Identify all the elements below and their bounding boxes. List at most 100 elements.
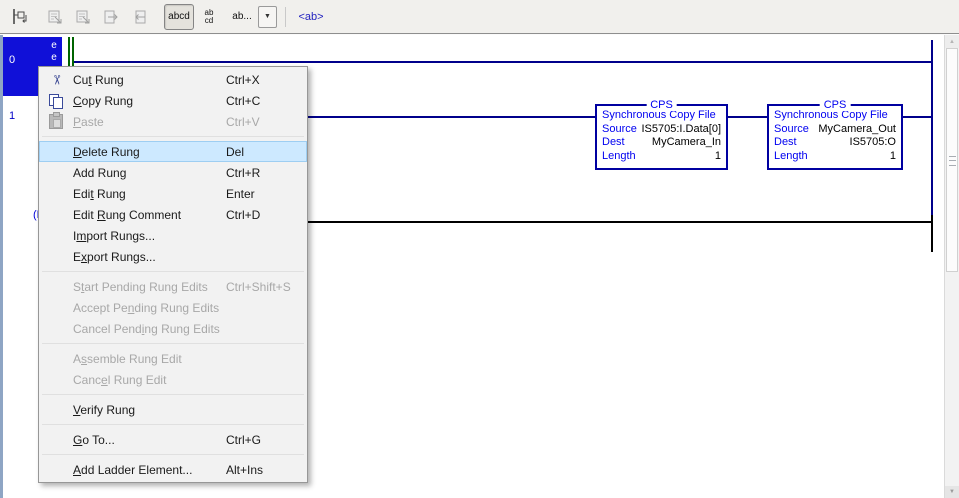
menu-item-edit-rung-comment[interactable]: Edit Rung Comment Ctrl+D — [39, 204, 307, 225]
menu-item-label: Start Pending Rung Edits — [73, 280, 226, 294]
menu-item-shortcut: Ctrl+D — [226, 208, 307, 222]
scrollbar-grip-icon — [949, 156, 956, 166]
label-post: l Rung Edit — [108, 373, 167, 387]
show-description-abcd-button[interactable]: abcd — [164, 4, 194, 30]
menu-item-shortcut: Alt+Ins — [226, 463, 307, 477]
description-options-dropdown[interactable]: ▼ — [258, 6, 277, 28]
scrollbar-up-button[interactable]: ▲ — [945, 35, 959, 48]
cps-instruction-2[interactable]: CPS Synchronous Copy File Source MyCamer… — [767, 104, 903, 170]
operand-value[interactable]: 1 — [890, 150, 896, 164]
stamp-arrow-icon — [45, 7, 65, 27]
operand-row: Source IS5705:I.Data[0] — [602, 123, 721, 137]
wrap-description-button[interactable]: ab cd — [198, 4, 220, 30]
stamp-arrow-icon — [73, 7, 93, 27]
menu-item-cancel-rung-edit: Cancel Rung Edit — [39, 369, 307, 390]
export-rungs-button[interactable] — [126, 4, 152, 30]
label-post: port Rungs... — [86, 229, 155, 243]
menu-item-add-ladder-element[interactable]: Add Ladder Element... Alt+Ins — [39, 459, 307, 480]
label-pre: Cu — [73, 73, 88, 87]
menu-item-import-rungs[interactable]: Import Rungs... — [39, 225, 307, 246]
label-post: erify Rung — [80, 403, 135, 417]
label-pre: E — [73, 250, 81, 264]
menu-separator — [39, 267, 307, 276]
toolbar: abcd ab cd ab... ▼ <ab> — [0, 0, 959, 33]
toolbar-separator — [285, 7, 286, 27]
menu-item-copy-rung[interactable]: Copy Rung Ctrl+C — [39, 90, 307, 111]
menu-item-label: Add Rung — [73, 166, 226, 180]
operand-label: Source — [602, 123, 637, 137]
operand-value[interactable]: 1 — [715, 150, 721, 164]
rung-0-number[interactable]: 0 — [9, 54, 15, 66]
paste-icon — [39, 111, 73, 132]
accept-pending-edits-button[interactable] — [70, 4, 96, 30]
rung-edit-marks: e e — [49, 40, 59, 64]
label-pre: Accept Pe — [73, 301, 128, 315]
operand-value[interactable]: MyCamera_In — [652, 136, 721, 150]
operand-row: Dest MyCamera_In — [602, 136, 721, 150]
menu-item-delete-rung[interactable]: Delete Rung Del — [39, 141, 307, 162]
show-tagname-button[interactable]: <ab> — [294, 4, 328, 30]
operand-row: Source MyCamera_Out — [774, 123, 896, 137]
menu-item-edit-rung[interactable]: Edit Rung Enter — [39, 183, 307, 204]
left-power-rail — [68, 37, 70, 67]
rung-1-number[interactable]: 1 — [9, 110, 15, 122]
operand-row: Dest IS5705:O — [774, 136, 896, 150]
menu-item-paste: Paste Ctrl+V — [39, 111, 307, 132]
label-key: P — [73, 115, 81, 129]
menu-item-export-rungs[interactable]: Export Rungs... — [39, 246, 307, 267]
label-key: G — [73, 433, 82, 447]
label-post: aste — [81, 115, 104, 129]
menu-item-accept-pending-rung-edits: Accept Pending Rung Edits — [39, 297, 307, 318]
menu-item-label: Delete Rung — [73, 145, 226, 159]
ladder-rung-button[interactable] — [7, 4, 33, 30]
menu-item-label: Accept Pending Rung Edits — [73, 301, 226, 315]
label-key: D — [73, 145, 82, 159]
edit-mark: e — [49, 52, 59, 64]
scrollbar-down-button[interactable]: ▼ — [945, 486, 959, 498]
menu-item-start-pending-rung-edits: Start Pending Rung Edits Ctrl+Shift+S — [39, 276, 307, 297]
menu-item-label: Export Rungs... — [73, 250, 226, 264]
instruction-mnemonic: CPS — [646, 99, 677, 111]
truncate-description-button[interactable]: ab... — [228, 4, 256, 30]
menu-item-label: Verify Rung — [73, 403, 226, 417]
label-post: art Pending Rung Edits — [84, 280, 207, 294]
menu-separator — [39, 420, 307, 429]
menu-item-cancel-pending-rung-edits: Cancel Pending Rung Edits — [39, 318, 307, 339]
menu-item-label: Import Rungs... — [73, 229, 226, 243]
operand-value[interactable]: IS5705:O — [850, 136, 896, 150]
operand-value[interactable]: IS5705:I.Data[0] — [642, 123, 722, 137]
start-pending-edits-button[interactable] — [42, 4, 68, 30]
cps-instruction-1[interactable]: CPS Synchronous Copy File Source IS5705:… — [595, 104, 728, 170]
label-pre: S — [73, 280, 81, 294]
label-post: ding Rung Edits — [134, 301, 219, 315]
operand-label: Length — [602, 150, 636, 164]
menu-item-shortcut: Del — [226, 145, 307, 159]
operand-value[interactable]: MyCamera_Out — [818, 123, 896, 137]
menu-item-label: Add Ladder Element... — [73, 463, 226, 477]
label-post: ung Comment — [106, 208, 181, 222]
abcd-button-label: abcd — [168, 11, 190, 22]
menu-item-add-rung[interactable]: Add Rung Ctrl+R — [39, 162, 307, 183]
tagname-button-label: <ab> — [298, 11, 323, 23]
label-pre: A — [73, 352, 81, 366]
label-pre: Edit — [73, 208, 97, 222]
menu-item-shortcut: Ctrl+Shift+S — [226, 280, 307, 294]
operand-row: Length 1 — [602, 150, 721, 164]
menu-item-cut-rung[interactable]: ✂ Cut Rung Ctrl+X — [39, 69, 307, 90]
menu-item-shortcut: Ctrl+C — [226, 94, 307, 108]
import-rungs-button[interactable] — [98, 4, 124, 30]
ladder-editor-window: abcd ab cd ab... ▼ <ab> 0 e e 1 (End) — [0, 0, 959, 498]
menu-item-assemble-rung-edit: Assemble Rung Edit — [39, 348, 307, 369]
menu-separator — [39, 339, 307, 348]
menu-item-verify-rung[interactable]: Verify Rung — [39, 399, 307, 420]
operand-label: Source — [774, 123, 809, 137]
chevron-down-icon: ▼ — [264, 13, 271, 20]
label-pre: Edi — [73, 187, 90, 201]
label-post: Rung — [94, 187, 126, 201]
menu-item-shortcut: Ctrl+G — [226, 433, 307, 447]
page-arrow-left-icon — [129, 7, 149, 27]
menu-item-shortcut: Ctrl+R — [226, 166, 307, 180]
menu-item-label: Cancel Rung Edit — [73, 373, 226, 387]
abcd-wrap-label: ab cd — [205, 9, 214, 25]
menu-item-go-to[interactable]: Go To... Ctrl+G — [39, 429, 307, 450]
